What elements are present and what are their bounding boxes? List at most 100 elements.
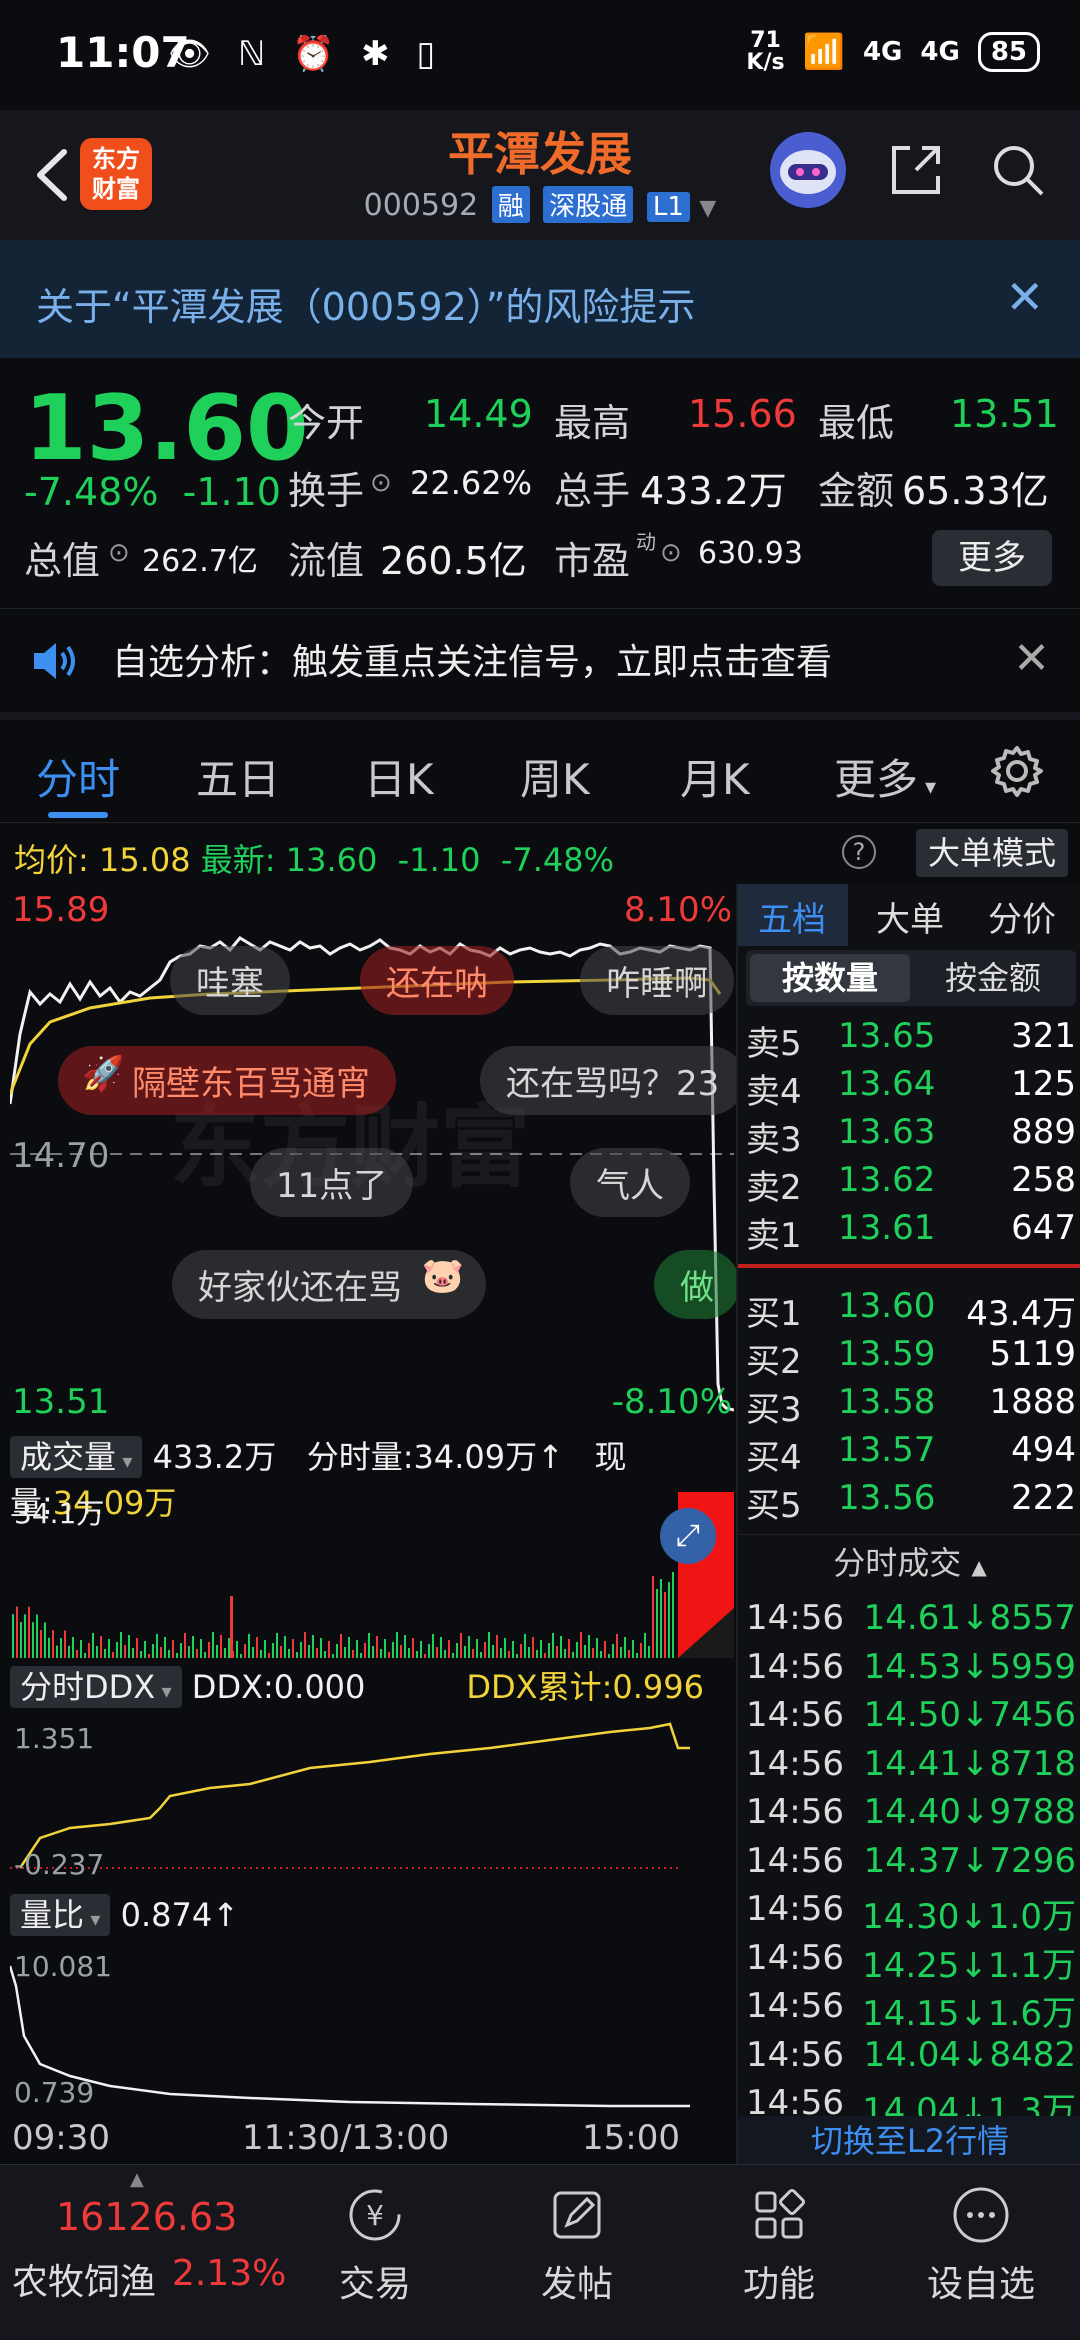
down-arrow-icon: ↓ xyxy=(959,1994,988,2034)
volume-bar xyxy=(408,1648,410,1658)
info-icon[interactable]: ⊙ xyxy=(660,538,682,568)
chart-mid-price: 14.70 xyxy=(12,1136,110,1176)
ask-row[interactable]: 卖4 13.64 125 xyxy=(746,1064,1076,1113)
notice-text[interactable]: 自选分析：触发重点关注信号，立即点击查看 xyxy=(112,633,832,685)
turnover-value: 22.62% xyxy=(410,464,533,502)
ask-label: 卖5 xyxy=(746,1024,802,1064)
trade-time: 14:56 xyxy=(746,1743,844,1784)
bid-row[interactable]: 买4 13.57 494 xyxy=(746,1430,1076,1479)
volume-bar xyxy=(28,1606,30,1658)
latest-pct: -7.48% xyxy=(500,841,615,879)
svg-text:¥: ¥ xyxy=(366,2199,384,2232)
ddx-indicator-dropdown[interactable]: 分时DDX ▾ xyxy=(10,1666,182,1708)
volume-bar xyxy=(436,1647,438,1658)
trade-qty: 8557 xyxy=(989,1598,1076,1638)
robot-assistant-icon[interactable] xyxy=(770,132,846,208)
volume-bar xyxy=(640,1643,642,1658)
comment-bubble-hot[interactable]: 🚀 隔壁东百骂通宵 xyxy=(58,1046,396,1115)
volume-bar xyxy=(324,1651,326,1658)
risk-banner[interactable]: 关于“平潭发展（000592）”的风险提示 ✕ xyxy=(0,240,1080,358)
volume-bar xyxy=(468,1636,470,1658)
nav-trade[interactable]: ¥ 交易 xyxy=(300,2185,450,2307)
volume-bar xyxy=(88,1643,90,1658)
quote-panel: 13.60 -7.48% -1.10 今开 14.49 最高 15.66 最低 … xyxy=(0,358,1080,608)
trade-price: 14.53 xyxy=(863,1646,961,1687)
tab-daily-k[interactable]: 日K xyxy=(364,746,434,807)
analysis-notice[interactable]: 自选分析：触发重点关注信号，立即点击查看 ✕ xyxy=(0,608,1080,712)
tab-big-orders[interactable]: 大单 xyxy=(876,892,944,941)
comment-bubble[interactable]: 哇塞 xyxy=(170,946,290,1015)
ratio-bottom: 0.739 xyxy=(14,2076,95,2109)
subtab-by-amount[interactable]: 按金额 xyxy=(918,954,1068,1002)
speaker-icon xyxy=(34,643,75,679)
volume-bar xyxy=(564,1649,566,1658)
ask-row[interactable]: 卖5 13.65 321 xyxy=(746,1016,1076,1065)
info-icon[interactable]: ⊙ xyxy=(108,538,130,568)
amount-label: 金额 xyxy=(818,469,895,513)
volume-bar xyxy=(440,1637,442,1658)
ask-label: 卖4 xyxy=(746,1072,802,1112)
tag-level: L1 xyxy=(646,192,690,222)
volume-bar xyxy=(400,1645,402,1658)
trade-time: 14:56 xyxy=(746,1889,844,1929)
index-ticker[interactable]: ▲ 16126.63 农牧饲渔 2.13% xyxy=(0,2165,286,2340)
tab-intraday[interactable]: 分时 xyxy=(36,746,120,807)
comment-bubble[interactable]: 还在呐 xyxy=(360,946,514,1015)
big-order-mode-button[interactable]: 大单模式 xyxy=(915,829,1068,877)
comment-bubble[interactable]: 做 xyxy=(654,1250,740,1319)
tab-five-levels[interactable]: 五档 xyxy=(758,892,826,941)
ask-row[interactable]: 卖1 13.61 647 xyxy=(746,1208,1076,1257)
index-pct: 2.13% xyxy=(172,2253,287,2294)
ask-price: 13.65 xyxy=(838,1016,936,1056)
tab-monthly-k[interactable]: 月K xyxy=(680,746,750,807)
risk-text[interactable]: 关于“平潭发展（000592）”的风险提示 xyxy=(36,276,695,331)
info-icon[interactable]: ⊙ xyxy=(370,468,392,498)
volume-bar xyxy=(72,1637,74,1658)
bid-row[interactable]: 买1 13.60 43.4万 xyxy=(746,1286,1076,1335)
volume-ratio-dropdown[interactable]: 量比 ▾ xyxy=(10,1894,111,1936)
tab-more[interactable]: 更多 ▾ xyxy=(834,746,936,807)
comment-bubble[interactable]: 还在骂吗？23 xyxy=(480,1046,746,1115)
ask-row[interactable]: 卖2 13.62 258 xyxy=(746,1160,1076,1209)
comment-bubble[interactable]: 气人 xyxy=(570,1148,690,1217)
nav-functions[interactable]: 功能 xyxy=(704,2185,854,2307)
volume-bar xyxy=(348,1637,350,1658)
close-icon[interactable]: ✕ xyxy=(1013,633,1050,684)
volume-bar xyxy=(520,1644,522,1658)
trade-row: 14:56 14.41↓8718 xyxy=(746,1744,1076,1784)
volume-indicator-dropdown[interactable]: 成交量 ▾ xyxy=(10,1436,143,1478)
bid-price: 13.60 xyxy=(838,1286,936,1326)
subtab-by-quantity[interactable]: 按数量 xyxy=(750,954,910,1002)
volume-bar xyxy=(208,1642,210,1658)
trades-title[interactable]: 分时成交 ▲ xyxy=(738,1534,1080,1590)
volume-bar xyxy=(512,1641,514,1658)
bid-row[interactable]: 买5 13.56 222 xyxy=(746,1478,1076,1527)
nav-post[interactable]: 发帖 xyxy=(502,2185,652,2307)
tab-weekly-k[interactable]: 周K xyxy=(520,746,590,807)
more-button[interactable]: 更多 xyxy=(932,530,1052,586)
ask-label: 卖3 xyxy=(746,1120,802,1160)
comment-bubble-avatar[interactable]: 好家伙还在骂 🐷 xyxy=(172,1250,486,1319)
volume-bar xyxy=(424,1654,426,1658)
search-icon[interactable] xyxy=(988,140,1048,200)
volume-bar xyxy=(136,1638,138,1658)
help-icon[interactable]: ? xyxy=(842,835,876,869)
close-icon[interactable]: ✕ xyxy=(1005,270,1044,324)
nav-trade-label: 交易 xyxy=(338,2264,411,2305)
comment-bubble[interactable]: 咋睡啊 xyxy=(580,946,734,1015)
intraday-chart[interactable]: 东方财富 15.89 8.10% 14.70 13.51 -8.10% 哇塞 还… xyxy=(10,884,746,1424)
chevron-down-icon[interactable]: ▼ xyxy=(699,196,716,221)
bid-row[interactable]: 买2 13.59 5119 xyxy=(746,1334,1076,1383)
settings-gear-icon[interactable] xyxy=(990,744,1044,798)
ask-row[interactable]: 卖3 13.63 889 xyxy=(746,1112,1076,1161)
comment-bubble[interactable]: 11点了 xyxy=(250,1148,414,1217)
volume-bar xyxy=(480,1652,482,1658)
share-icon[interactable] xyxy=(886,140,946,200)
nav-add-watchlist[interactable]: 设自选 xyxy=(906,2185,1056,2307)
tab-price-split[interactable]: 分价 xyxy=(988,892,1056,941)
expand-icon[interactable]: ⤢ xyxy=(660,1508,716,1564)
tab-five-day[interactable]: 五日 xyxy=(196,746,280,807)
chart-bottom-price: 13.51 xyxy=(12,1382,110,1422)
switch-l2-link[interactable]: 切换至L2行情 xyxy=(738,2116,1080,2164)
bid-row[interactable]: 买3 13.58 1888 xyxy=(746,1382,1076,1431)
